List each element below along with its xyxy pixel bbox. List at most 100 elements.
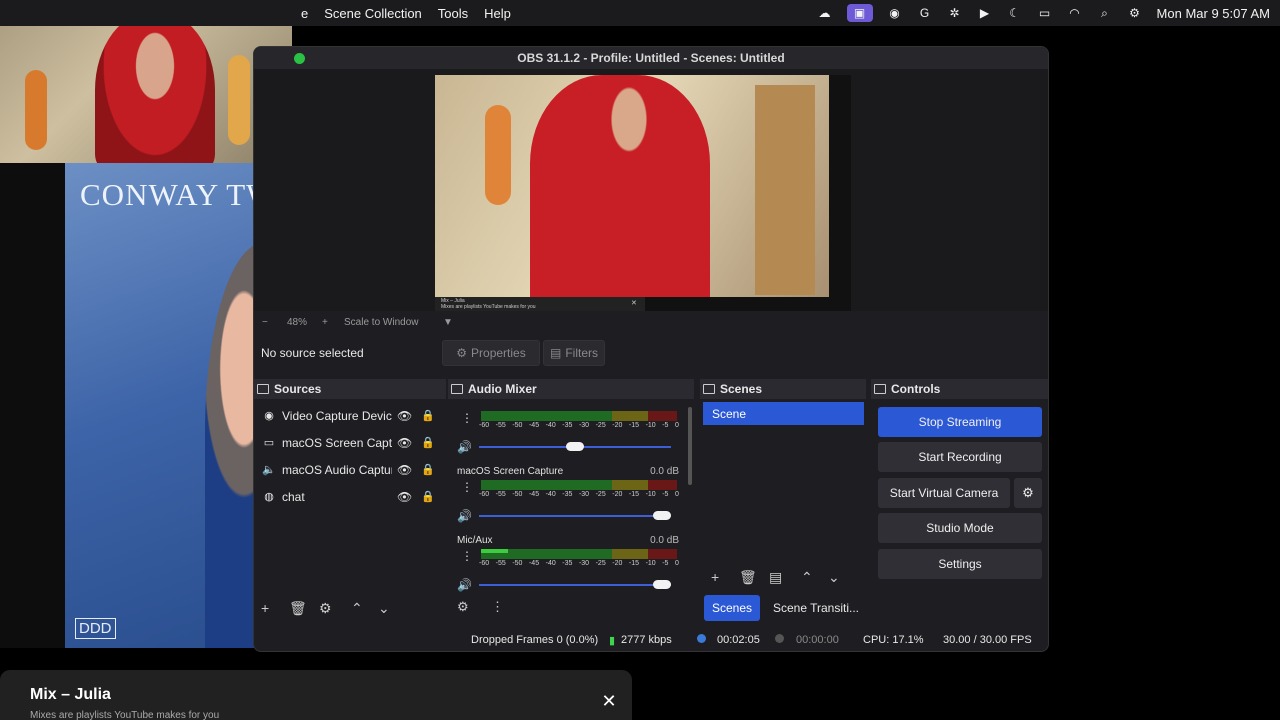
trash-icon[interactable]: 🗑 bbox=[289, 600, 307, 617]
start-virtual-camera-button[interactable]: Start Virtual Camera bbox=[878, 478, 1010, 508]
menu-item-help[interactable]: Help bbox=[476, 6, 519, 21]
slider-knob[interactable] bbox=[566, 442, 584, 451]
zoom-out-button[interactable]: − bbox=[262, 317, 268, 328]
filters-button[interactable]: ▤ Filters bbox=[543, 340, 605, 366]
record-icon[interactable]: ◉ bbox=[887, 5, 903, 21]
close-icon[interactable]: ✕ bbox=[600, 692, 618, 710]
lock-icon[interactable]: 🔒 bbox=[421, 436, 435, 449]
eye-icon[interactable]: 👁 bbox=[397, 436, 412, 450]
volume-slider[interactable] bbox=[479, 442, 671, 451]
speaker-icon[interactable]: 🔊 bbox=[457, 578, 472, 592]
gear-icon[interactable]: ⚙ bbox=[457, 599, 469, 615]
chevron-down-icon[interactable]: ▼ bbox=[443, 317, 453, 328]
eye-icon[interactable]: 👁 bbox=[397, 463, 412, 477]
more-icon[interactable]: ⋮ bbox=[461, 411, 473, 425]
volume-slider[interactable] bbox=[479, 511, 671, 520]
record-icon bbox=[775, 634, 784, 646]
volume-slider[interactable] bbox=[479, 580, 671, 589]
lock-icon[interactable]: 🔒 bbox=[421, 490, 435, 503]
mixer-scrollbar[interactable] bbox=[688, 407, 692, 485]
source-item[interactable]: ◍ chat 👁 🔒 bbox=[254, 483, 446, 510]
scene-item[interactable]: Scene bbox=[703, 402, 864, 425]
more-icon[interactable]: ⋮ bbox=[461, 549, 473, 563]
screen-share-icon[interactable]: ▣ bbox=[846, 4, 873, 22]
meter-yellow bbox=[612, 549, 648, 559]
chevron-down-icon[interactable]: ⌄ bbox=[828, 569, 840, 586]
battery-icon[interactable]: ▭ bbox=[1037, 5, 1053, 21]
source-item[interactable]: 🔈 macOS Audio Capture 👁 🔒 bbox=[254, 456, 446, 483]
maximize-button[interactable] bbox=[294, 53, 305, 64]
cloud-sync-icon[interactable]: ☁ bbox=[817, 5, 833, 21]
zoom-level: 48% bbox=[287, 316, 308, 328]
add-icon[interactable]: + bbox=[261, 600, 269, 616]
sources-title: Sources bbox=[274, 382, 322, 396]
source-toolbar: No source selected ⚙ Properties ▤ Filter… bbox=[254, 337, 1048, 369]
chevron-up-icon[interactable]: ⌃ bbox=[801, 569, 813, 586]
slider-knob[interactable] bbox=[653, 511, 671, 520]
menu-item-scene-collection[interactable]: Scene Collection bbox=[316, 6, 430, 21]
eye-icon[interactable]: 👁 bbox=[397, 409, 412, 423]
meter-green bbox=[481, 480, 612, 490]
chevron-down-icon[interactable]: ⌄ bbox=[378, 600, 390, 617]
preview-video bbox=[435, 75, 829, 297]
speaker-icon[interactable]: 🔊 bbox=[457, 440, 472, 454]
menu-item-edit[interactable]: e bbox=[293, 6, 316, 21]
tab-scenes[interactable]: Scenes bbox=[704, 595, 760, 621]
scale-tick: -45 bbox=[528, 422, 540, 429]
trash-icon[interactable]: 🗑 bbox=[739, 569, 757, 586]
control-center-icon[interactable]: ⚙ bbox=[1127, 5, 1143, 21]
scale-tick: -55 bbox=[495, 560, 506, 567]
filters-label: Filters bbox=[565, 346, 598, 360]
add-icon[interactable]: + bbox=[711, 569, 719, 585]
filter-icon[interactable]: ▤ bbox=[769, 569, 782, 586]
meter-red bbox=[648, 549, 677, 559]
gear-icon[interactable]: ⚙ bbox=[319, 600, 332, 617]
moon-icon[interactable]: ☾ bbox=[1007, 5, 1023, 21]
play-icon[interactable]: ▶ bbox=[977, 5, 993, 21]
scale-tick: -15 bbox=[628, 422, 640, 429]
scenes-toolbar: + 🗑 ▤ ⌃ ⌄ bbox=[702, 567, 864, 589]
tab-scene-transitions[interactable]: Scene Transiti... bbox=[769, 595, 863, 621]
scale-tick: -40 bbox=[545, 422, 556, 429]
scale-tick: -15 bbox=[628, 560, 640, 567]
lock-icon[interactable]: 🔒 bbox=[421, 409, 435, 422]
controls-dock-title: Controls bbox=[871, 379, 1048, 399]
settings-icon[interactable]: ✲ bbox=[947, 5, 963, 21]
settings-button[interactable]: Settings bbox=[878, 549, 1042, 579]
zoom-in-button[interactable]: + bbox=[322, 317, 328, 328]
scale-tick: -50 bbox=[512, 560, 523, 567]
clock[interactable]: Mon Mar 9 5:07 AM bbox=[1157, 6, 1270, 21]
preview-canvas[interactable]: Mix – Julia Mixes are playlists YouTube … bbox=[254, 69, 1048, 311]
start-recording-button[interactable]: Start Recording bbox=[878, 442, 1042, 472]
chevron-up-icon[interactable]: ⌃ bbox=[351, 600, 363, 617]
slider-knob[interactable] bbox=[653, 580, 671, 589]
speaker-icon[interactable]: 🔊 bbox=[457, 509, 472, 523]
source-name: macOS Audio Capture bbox=[282, 462, 392, 477]
more-icon[interactable]: ⋮ bbox=[461, 480, 473, 494]
scale-tick: -30 bbox=[578, 560, 590, 567]
search-icon[interactable]: ⌕ bbox=[1097, 5, 1113, 21]
wifi-icon[interactable]: ◠ bbox=[1067, 5, 1083, 21]
stream-time: 00:02:05 bbox=[717, 634, 760, 646]
channel-db: 0.0 dB bbox=[650, 466, 679, 477]
grammarly-icon[interactable]: G bbox=[917, 5, 933, 21]
channel-db: 0.0 dB bbox=[650, 535, 679, 546]
album-art: CONWAY TW DDD bbox=[65, 163, 255, 648]
lock-icon[interactable]: 🔒 bbox=[421, 463, 435, 476]
scale-tick: 0 bbox=[674, 491, 679, 498]
gear-icon[interactable]: ⚙ bbox=[1014, 478, 1042, 508]
menu-item-tools[interactable]: Tools bbox=[430, 6, 476, 21]
scale-tick: -45 bbox=[528, 560, 540, 567]
desktop: CONWAY TW DDD e Scene Collection Tools H… bbox=[0, 0, 1280, 720]
meter-red bbox=[648, 480, 677, 490]
eye-icon[interactable]: 👁 bbox=[397, 490, 412, 504]
more-icon[interactable]: ⋮ bbox=[491, 599, 504, 615]
source-item[interactable]: ▭ macOS Screen Captur 👁 🔒 bbox=[254, 429, 446, 456]
properties-button[interactable]: ⚙ Properties bbox=[442, 340, 540, 366]
studio-mode-button[interactable]: Studio Mode bbox=[878, 513, 1042, 543]
source-item[interactable]: ◉ Video Capture Device 👁 🔒 bbox=[254, 402, 446, 429]
fps: 30.00 / 30.00 FPS bbox=[943, 634, 1032, 646]
scale-tick: -30 bbox=[578, 422, 590, 429]
stop-streaming-button[interactable]: Stop Streaming bbox=[878, 407, 1042, 437]
status-bar: Dropped Frames 0 (0.0%) ▮ 2777 kbps 00:0… bbox=[254, 629, 1048, 651]
